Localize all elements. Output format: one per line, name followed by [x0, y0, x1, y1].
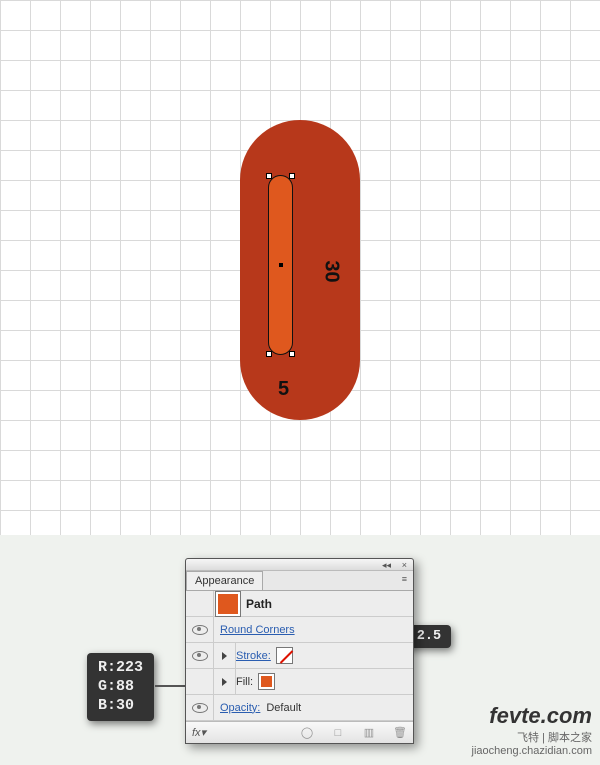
round-corners-link[interactable]: Round Corners — [220, 624, 295, 636]
clear-appearance-icon[interactable]: ◯ — [300, 726, 314, 740]
tab-appearance[interactable]: Appearance — [186, 571, 263, 590]
appearance-panel[interactable]: ◂◂ × Appearance ≡ Path Round Corners Str… — [185, 558, 414, 744]
row-round-corners[interactable]: Round Corners — [186, 617, 413, 643]
selection-handle[interactable] — [289, 173, 295, 179]
eye-icon — [192, 703, 208, 713]
eye-icon — [192, 651, 208, 661]
triangle-icon — [222, 652, 227, 660]
visibility-toggle[interactable] — [186, 669, 214, 695]
rgb-b: B:30 — [98, 697, 143, 716]
visibility-toggle[interactable] — [186, 643, 214, 669]
object-type-label: Path — [246, 597, 272, 611]
inner-rounded-rect[interactable] — [268, 175, 293, 355]
row-opacity[interactable]: Opacity: Default — [186, 695, 413, 721]
collapse-icon[interactable]: ◂◂ — [382, 560, 391, 571]
dimension-width: 5 — [278, 378, 289, 401]
stroke-swatch[interactable] — [277, 648, 292, 663]
trash-icon[interactable]: 🗑 — [393, 726, 407, 740]
lower-region: R:223 G:88 B:30 RADIUS: 2.5 ◂◂ × Appeara… — [0, 535, 600, 765]
col-blank — [186, 591, 214, 617]
selection-center[interactable] — [279, 263, 283, 267]
close-icon[interactable]: × — [402, 560, 407, 570]
eye-icon — [192, 625, 208, 635]
watermark-sub2: jiaocheng.chazidian.com — [472, 745, 592, 757]
visibility-toggle[interactable] — [186, 617, 214, 643]
visibility-toggle[interactable] — [186, 695, 214, 721]
duplicate-icon[interactable]: □ — [331, 726, 345, 740]
opacity-link[interactable]: Opacity: — [220, 702, 260, 714]
panel-footer: fx▾ ◯ □ ▥ 🗑 — [186, 721, 413, 743]
object-swatch[interactable] — [216, 592, 240, 616]
rgb-g: G:88 — [98, 678, 143, 697]
watermark-logo: fevte.com — [472, 703, 592, 729]
row-fill[interactable]: Fill: — [186, 669, 413, 695]
opacity-value: Default — [266, 702, 301, 714]
triangle-icon — [222, 678, 227, 686]
selection-handle[interactable] — [266, 173, 272, 179]
selection-handle[interactable] — [266, 351, 272, 357]
artboard-canvas[interactable]: 5 30 — [0, 0, 600, 535]
row-stroke[interactable]: Stroke: — [186, 643, 413, 669]
expand-toggle[interactable] — [214, 669, 236, 695]
panel-menu-icon[interactable]: ≡ — [402, 574, 407, 584]
watermark-sub1: 飞特 | 脚本之家 — [472, 729, 592, 745]
rgb-r: R:223 — [98, 659, 143, 678]
selection-handle[interactable] — [289, 351, 295, 357]
watermark: fevte.com 飞特 | 脚本之家 jiaocheng.chazidian.… — [472, 703, 592, 757]
fx-menu[interactable]: fx▾ — [192, 726, 206, 739]
expand-toggle[interactable] — [214, 643, 236, 669]
panel-tab-bar: Appearance ≡ — [186, 571, 413, 591]
rgb-callout: R:223 G:88 B:30 — [87, 653, 154, 721]
stroke-link[interactable]: Stroke: — [236, 650, 271, 662]
dimension-height: 30 — [320, 260, 343, 282]
fill-label: Fill: — [236, 676, 253, 688]
row-object[interactable]: Path — [186, 591, 413, 617]
panel-topstrip[interactable]: ◂◂ × — [186, 559, 413, 571]
new-icon[interactable]: ▥ — [362, 726, 376, 740]
fill-swatch[interactable] — [259, 674, 274, 689]
